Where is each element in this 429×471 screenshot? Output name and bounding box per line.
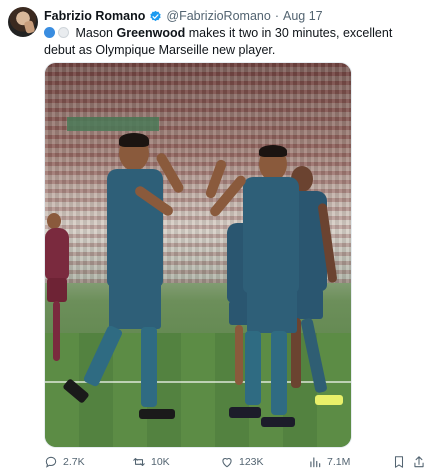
views-icon: [310, 457, 321, 468]
blue-circle-emoji-icon: [44, 27, 55, 38]
share-icon: [414, 456, 424, 468]
tweet-text-bold: Greenwood: [116, 26, 186, 40]
views-count: 7.1M: [327, 456, 351, 468]
tweet-header: Fabrizio Romano @FabrizioRomano · Aug 17: [44, 8, 323, 24]
separator-dot: ·: [274, 9, 279, 23]
verified-badge-icon: [150, 10, 162, 21]
reply-action[interactable]: 2.7K: [44, 455, 85, 469]
avatar[interactable]: [8, 7, 38, 37]
retweet-count: 10K: [151, 456, 170, 468]
like-icon: [222, 458, 232, 468]
tweet[interactable]: Fabrizio Romano @FabrizioRomano · Aug 17…: [0, 0, 429, 471]
tweet-text-part: Mason: [75, 26, 117, 40]
tweet-date[interactable]: Aug 17: [283, 9, 323, 23]
tweet-photo[interactable]: [44, 62, 352, 448]
bookmark-icon: [394, 456, 404, 468]
author-name[interactable]: Fabrizio Romano: [44, 9, 145, 23]
reply-icon: [45, 456, 57, 468]
retweet-action[interactable]: 10K: [132, 455, 170, 469]
author-handle[interactable]: @FabrizioRomano: [166, 9, 270, 23]
tweet-actions: 2.7K 10K 123K 7.1M: [44, 455, 424, 471]
reply-count: 2.7K: [63, 456, 85, 468]
white-circle-emoji-icon: [58, 27, 69, 38]
views-action[interactable]: 7.1M: [308, 455, 350, 469]
like-action[interactable]: 123K: [220, 455, 264, 469]
like-count: 123K: [239, 456, 264, 468]
tweet-text: Mason Greenwood makes it two in 30 minut…: [44, 25, 414, 59]
retweet-icon: [133, 457, 145, 467]
share-action[interactable]: [412, 455, 426, 469]
stadium-banner: [67, 117, 159, 131]
bookmark-action[interactable]: [392, 455, 406, 469]
pitch-grass: [45, 333, 351, 447]
